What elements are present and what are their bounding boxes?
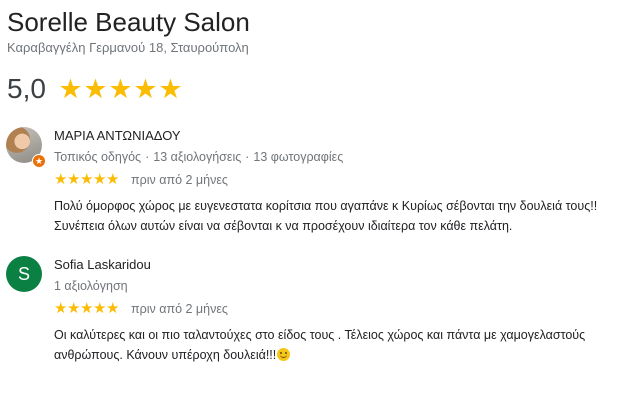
star-icon: ★ — [93, 171, 107, 188]
smiling-face-emoji-icon — [277, 348, 291, 361]
review-text: Οι καλύτερες και οι πιο ταλαντούχες στο … — [54, 328, 586, 362]
star-icon: ★ — [80, 300, 94, 317]
reviewer-name[interactable]: ΜΑΡΙΑ ΑΝΤΩΝΙΑΔΟΥ — [54, 127, 616, 145]
star-icon: ★ — [67, 300, 81, 317]
star-icon: ★ — [158, 74, 183, 104]
review-time: πριν από 2 μήνες — [131, 173, 228, 187]
star-icon: ★ — [133, 74, 158, 104]
reviewer-meta: Τοπικός οδηγός · 13 αξιολογήσεις · 13 φωτογρ… — [54, 150, 344, 164]
local-guide-badge-icon: ★ — [32, 154, 46, 168]
reviewer-meta: 1 αξιολόγηση — [54, 277, 616, 295]
star-icon: ★ — [106, 300, 120, 317]
reviews-count: 13 αξιολογήσεις — [153, 150, 242, 164]
star-icon: ★ — [83, 74, 108, 104]
review-text-container: Οι καλύτερες και οι πιο ταλαντούχες στο … — [54, 325, 620, 365]
star-icon: ★ — [106, 171, 120, 188]
page-title: Sorelle Beauty Salon — [7, 7, 250, 37]
overall-rating: 5,0 ★ ★ ★ ★ ★ — [7, 71, 183, 107]
star-icon: ★ — [54, 300, 68, 317]
review-text: Πολύ όμορφος χώρος με ευγενεστατα κορίτσ… — [54, 199, 598, 233]
overall-stars: ★ ★ ★ ★ ★ — [58, 74, 183, 104]
star-icon: ★ — [67, 171, 81, 188]
photos-count: 13 φωτογραφίες — [253, 150, 344, 164]
reviewer-avatar[interactable]: S — [6, 256, 42, 292]
business-address: Καραβαγγέλη Γερμανού 18, Σταυρούπολη — [7, 40, 249, 55]
star-icon: ★ — [108, 74, 133, 104]
star-icon: ★ — [54, 171, 68, 188]
rating-number: 5,0 — [7, 73, 46, 104]
star-icon: ★ — [93, 300, 107, 317]
reviews-count: 1 αξιολόγηση — [54, 279, 128, 293]
local-guide-label: Τοπικός οδηγός — [54, 150, 142, 164]
reviewer-name[interactable]: Sofia Laskaridou — [54, 256, 616, 274]
star-icon: ★ — [58, 74, 83, 104]
review-time: πριν από 2 μήνες — [131, 302, 228, 316]
star-icon: ★ — [80, 171, 94, 188]
